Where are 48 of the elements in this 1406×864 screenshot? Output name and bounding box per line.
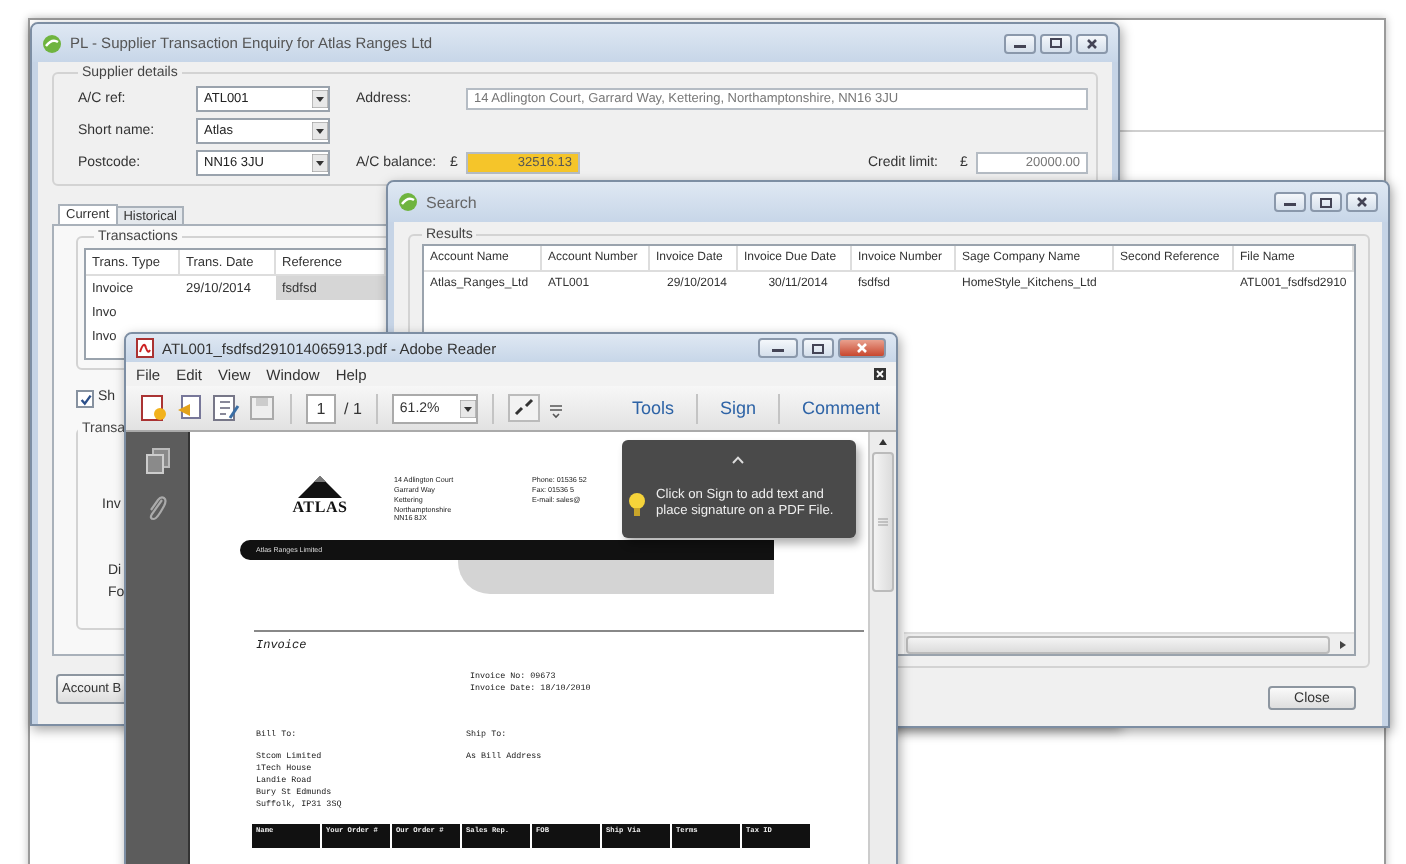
tool-tab[interactable]: Tools	[623, 398, 682, 418]
attachment-icon[interactable]	[145, 494, 169, 522]
lightbulb-icon	[628, 491, 646, 518]
maximize-button[interactable]	[1310, 192, 1342, 212]
maximize-icon	[812, 343, 824, 353]
checkbox[interactable]	[76, 390, 94, 408]
grip-icon	[878, 518, 888, 526]
close-button[interactable]	[1346, 192, 1378, 212]
minimize-icon	[772, 344, 784, 352]
dropdown-arrow-icon[interactable]	[312, 89, 328, 107]
maximize-button[interactable]	[802, 338, 834, 358]
pdf-file-icon	[136, 338, 154, 358]
close-icon	[1086, 37, 1098, 49]
vertical-scrollbar[interactable]	[868, 432, 896, 864]
collapse-caret-icon[interactable]	[732, 456, 744, 465]
edit-document-icon[interactable]	[212, 394, 240, 422]
horizontal-scrollbar[interactable]	[904, 632, 1354, 654]
app-logo-icon	[398, 192, 418, 212]
caret-icon	[878, 438, 888, 446]
create-pdf-icon[interactable]	[140, 394, 168, 422]
window-title: Search	[426, 193, 479, 211]
app-logo-icon	[42, 33, 62, 53]
expand-icon[interactable]	[507, 394, 540, 422]
maximize-button[interactable]	[1040, 33, 1072, 53]
minimize-icon	[1284, 198, 1296, 206]
maximize-icon	[1320, 197, 1332, 207]
scroll-right-arrow-icon[interactable]	[1338, 639, 1348, 649]
page-count: / 1	[344, 399, 362, 417]
pages-icon[interactable]	[145, 448, 169, 474]
maximize-icon	[1050, 38, 1062, 48]
minimize-button[interactable]	[1274, 192, 1306, 212]
tool-tab[interactable]: Comment	[793, 398, 888, 418]
page-number-field[interactable]: 1	[306, 393, 336, 423]
minimize-icon	[1014, 39, 1026, 47]
share-icon[interactable]	[176, 394, 204, 422]
minimize-button[interactable]	[758, 338, 798, 358]
minimize-button[interactable]	[1004, 33, 1036, 53]
atlas-logo: ATLAS	[280, 476, 360, 516]
dropdown-arrow-icon[interactable]	[459, 399, 476, 417]
close-icon	[856, 342, 868, 354]
close-icon	[1356, 196, 1368, 208]
tool-tab[interactable]: Sign	[711, 398, 764, 418]
dropdown-arrow-icon[interactable]	[312, 153, 328, 171]
mountain-logo-icon	[298, 476, 342, 498]
close-button[interactable]	[838, 338, 886, 358]
close-button[interactable]	[1076, 33, 1108, 53]
dropdown-arrow-icon[interactable]	[312, 121, 328, 139]
close-document-icon[interactable]	[874, 368, 886, 380]
